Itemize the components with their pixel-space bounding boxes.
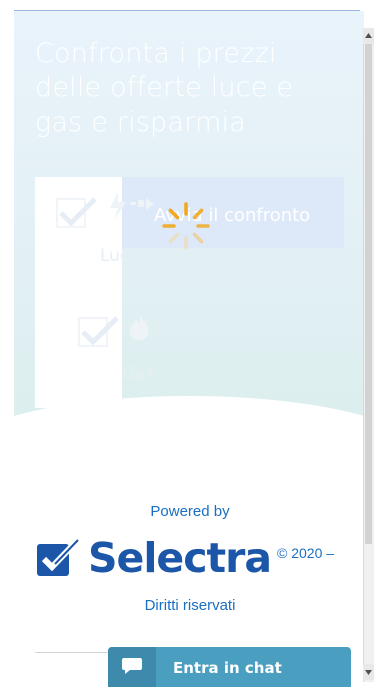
- luce-checkbox[interactable]: [55, 193, 99, 235]
- chat-icon-container: [108, 647, 156, 687]
- chat-bubble-icon: [122, 658, 142, 674]
- arrow-down-icon: [365, 670, 372, 675]
- powered-by-text: Powered by: [150, 503, 230, 520]
- copyright-text: © 2020 –: [277, 545, 335, 561]
- scroll-up-button[interactable]: [363, 28, 374, 44]
- selectra-logo-check-icon: [37, 539, 79, 576]
- hero-title: Confronta i prezzi delle offerte luce e …: [35, 38, 294, 138]
- chat-label: Entra in chat: [173, 659, 282, 677]
- gas-checkbox[interactable]: [77, 312, 121, 354]
- arrow-up-icon: [365, 33, 372, 38]
- loading-spinner-icon: [162, 202, 210, 250]
- gas-label: Gas: [122, 364, 155, 384]
- scrollbar-thumb[interactable]: [365, 44, 372, 544]
- flame-icon: [129, 314, 149, 340]
- scroll-down-button[interactable]: [363, 664, 374, 680]
- rights-link[interactable]: Diritti riservati: [0, 597, 374, 614]
- lightning-icon: [110, 192, 154, 220]
- chat-button[interactable]: Entra in chat: [108, 647, 351, 687]
- selectra-logo-text: Selectra: [88, 534, 272, 582]
- luce-label: Luce: [100, 246, 140, 266]
